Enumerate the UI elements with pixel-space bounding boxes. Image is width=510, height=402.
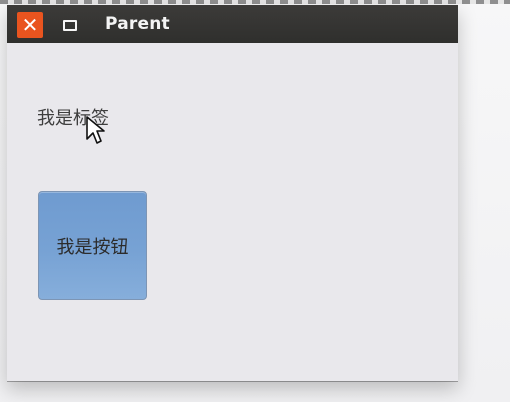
push-button-label: 我是按钮 bbox=[56, 236, 129, 258]
push-button[interactable]: 我是按钮 bbox=[38, 191, 147, 300]
close-icon: ✕ bbox=[21, 13, 39, 37]
window-titlebar[interactable]: ✕ Parent bbox=[7, 5, 458, 43]
maximize-icon bbox=[63, 19, 77, 31]
mouse-pointer-icon bbox=[86, 116, 105, 144]
window-content: 我是标签 我是按钮 bbox=[7, 43, 458, 381]
parent-window: ✕ Parent 我是标签 我是按钮 bbox=[7, 5, 458, 381]
close-button[interactable]: ✕ bbox=[17, 12, 43, 38]
window-title: Parent bbox=[105, 14, 170, 34]
maximize-button[interactable] bbox=[57, 12, 83, 38]
desktop: ✕ Parent 我是标签 我是按钮 bbox=[0, 0, 510, 402]
background-strip bbox=[0, 0, 510, 4]
